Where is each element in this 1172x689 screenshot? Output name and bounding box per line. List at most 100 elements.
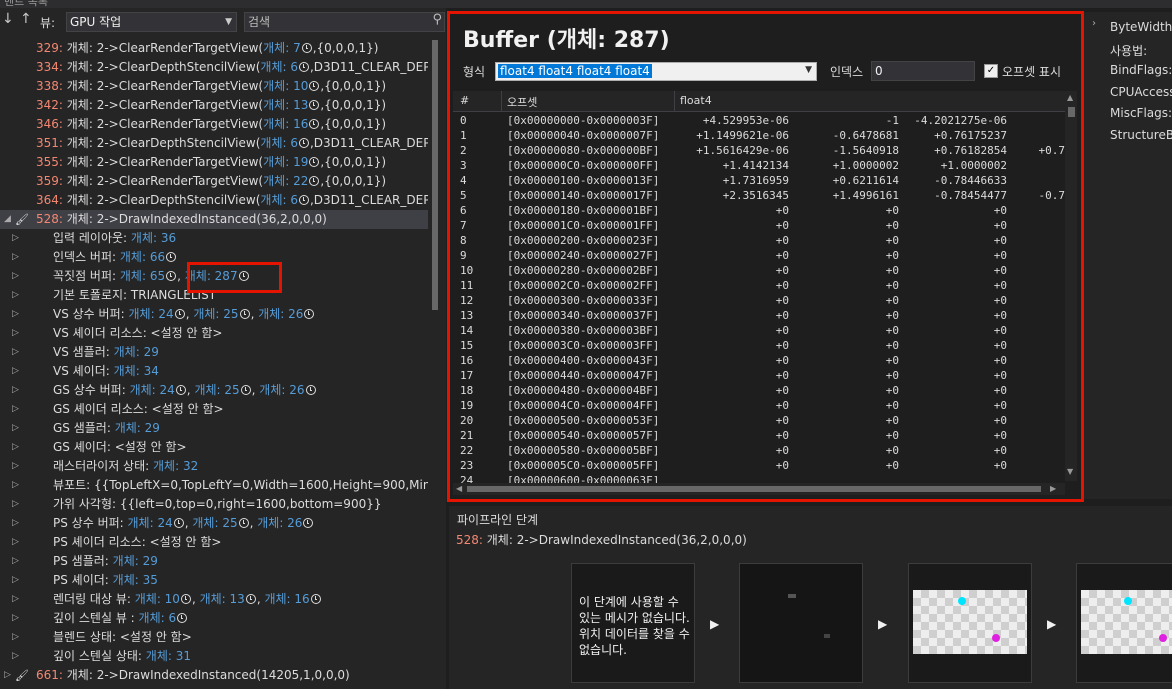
history-icon[interactable]	[238, 518, 249, 528]
search-input[interactable]: 검색 ⚲	[244, 12, 445, 32]
event-row-content: 528: 개체: 2->DrawIndexedInstanced(36,2,0,…	[36, 212, 327, 226]
arrow-down-icon[interactable]: ↓	[2, 11, 14, 27]
history-icon[interactable]	[309, 81, 320, 91]
state-row[interactable]: ▷ PS 샘플러: 개체: 29	[0, 552, 428, 571]
history-icon[interactable]	[240, 385, 251, 395]
expand-arrow-icon[interactable]: ▷	[12, 343, 19, 362]
expand-arrow-icon[interactable]: ▷	[12, 628, 19, 647]
state-row[interactable]: ▷ GS 샘플러: 개체: 29	[0, 419, 428, 438]
expand-arrow-icon[interactable]: ▷	[12, 286, 19, 305]
state-row[interactable]: ▷ PS 셰이더: 개체: 35	[0, 571, 428, 590]
expand-arrow-icon[interactable]: ▷	[12, 248, 19, 267]
history-icon[interactable]	[298, 195, 309, 205]
history-icon[interactable]	[303, 518, 314, 528]
stage-geometry-shader[interactable]	[908, 563, 1032, 683]
state-row[interactable]: ▷ PS 셰이더 리소스: <설정 안 함>	[0, 533, 428, 552]
event-row[interactable]: 355: 개체: 2->ClearRenderTargetView(개체: 19…	[0, 153, 428, 172]
state-row[interactable]: ▷ GS 셰이더: <설정 안 함>	[0, 438, 428, 457]
search-icon[interactable]: ⚲	[432, 11, 442, 29]
stage-input-assembler[interactable]: 이 단계에 사용할 수 있는 메시가 없습니다. 위치 데이터를 찾을 수 없습…	[571, 563, 695, 683]
history-icon[interactable]	[174, 309, 185, 319]
chevron-right-icon[interactable]: ›	[1092, 18, 1096, 29]
history-icon[interactable]	[309, 176, 320, 186]
expanded-arrow-icon[interactable]: ◢	[4, 210, 11, 229]
event-row[interactable]: 334: 개체: 2->ClearDepthStencilView(개체: 6,…	[0, 58, 428, 77]
arrow-right-icon: ▶	[710, 617, 720, 631]
history-icon[interactable]	[177, 613, 188, 623]
event-row[interactable]: 342: 개체: 2->ClearRenderTargetView(개체: 13…	[0, 96, 428, 115]
expand-arrow-icon[interactable]: ▷	[12, 229, 19, 248]
history-icon[interactable]	[304, 309, 315, 319]
state-label: 인덱스 버퍼:	[53, 250, 120, 264]
expand-arrow-icon[interactable]: ▷	[12, 419, 19, 438]
expand-arrow-icon[interactable]: ▷	[12, 647, 19, 666]
event-row-content: 342: 개체: 2->ClearRenderTargetView(개체: 13…	[36, 98, 386, 112]
scrollbar-thumb[interactable]	[432, 40, 438, 310]
expand-arrow-icon[interactable]: ▷	[12, 495, 19, 514]
expand-arrow-icon[interactable]: ▷	[12, 362, 19, 381]
state-row[interactable]: ▷ 래스터라이저 상태: 개체: 32	[0, 457, 428, 476]
stage-vertex-shader[interactable]	[739, 563, 863, 683]
expand-arrow-icon[interactable]: ▷	[12, 305, 19, 324]
object-link: 개체: 6	[260, 60, 298, 74]
history-icon[interactable]	[309, 157, 320, 167]
tree-scrollbar[interactable]	[430, 36, 440, 689]
history-icon[interactable]	[310, 594, 321, 604]
history-icon[interactable]	[301, 43, 312, 53]
state-row[interactable]: ▷ 가위 사각형: {{left=0,top=0,right=1600,botto…	[0, 495, 428, 514]
expand-arrow-icon[interactable]: ▷	[12, 324, 19, 343]
event-row[interactable]: 338: 개체: 2->ClearRenderTargetView(개체: 10…	[0, 77, 428, 96]
event-num: 355:	[36, 155, 63, 169]
state-row[interactable]: ▷ 깊이 스텐실 뷰 : 개체: 6	[0, 609, 428, 628]
state-row[interactable]: ▷ PS 상수 버퍼: 개체: 24, 개체: 25, 개체: 26	[0, 514, 428, 533]
history-icon[interactable]	[309, 119, 320, 129]
expand-arrow-icon[interactable]: ▷	[12, 457, 19, 476]
expand-arrow-icon[interactable]: ▷	[12, 533, 19, 552]
state-row[interactable]: ▷ VS 상수 버퍼: 개체: 24, 개체: 25, 개체: 26	[0, 305, 428, 324]
history-icon[interactable]	[245, 594, 256, 604]
state-row[interactable]: ▷ VS 셰이더 리소스: <설정 안 함>	[0, 324, 428, 343]
event-row[interactable]: 351: 개체: 2->ClearDepthStencilView(개체: 6,…	[0, 134, 428, 153]
state-row[interactable]: ▷ 입력 레이아웃: 개체: 36	[0, 229, 428, 248]
expand-arrow-icon[interactable]: ▷	[12, 571, 19, 590]
pipeline-event[interactable]: 528: 개체: 2->DrawIndexedInstanced(36,2,0,…	[456, 531, 747, 548]
state-row[interactable]: ▷ 깊이 스텐실 상태: 개체: 31	[0, 647, 428, 666]
state-row[interactable]: ▷ 뷰포트: {{TopLeftX=0,TopLeftY=0,Width=1600…	[0, 476, 428, 495]
state-row[interactable]: ▷ 블렌드 상태: <설정 안 함>	[0, 628, 428, 647]
history-icon[interactable]	[298, 138, 309, 148]
state-row[interactable]: ▷ GS 셰이더 리소스: <설정 안 함>	[0, 400, 428, 419]
event-row-selected[interactable]: ◢ 🖌 528: 개체: 2->DrawIndexedInstanced(36,2,…	[0, 210, 428, 229]
stage-pixel-shader[interactable]	[1076, 563, 1172, 683]
expand-arrow-icon[interactable]: ▷	[12, 267, 19, 286]
arrow-up-icon[interactable]: ↑	[20, 11, 32, 27]
history-icon[interactable]	[298, 62, 309, 72]
expand-arrow-icon[interactable]: ▷	[12, 590, 19, 609]
view-select[interactable]: GPU 작업 ▼	[66, 12, 237, 32]
event-row[interactable]: ▷ 🖌 661: 개체: 2->DrawIndexedInstanced(14205…	[0, 666, 428, 685]
expand-arrow-icon[interactable]: ▷	[12, 381, 19, 400]
state-row[interactable]: ▷ VS 샘플러: 개체: 29	[0, 343, 428, 362]
event-row[interactable]: 329: 개체: 2->ClearRenderTargetView(개체: 7,…	[0, 39, 428, 58]
expand-arrow-icon[interactable]: ▷	[12, 438, 19, 457]
expand-arrow-icon[interactable]: ▷	[12, 514, 19, 533]
expand-arrow-icon[interactable]: ▷	[12, 609, 19, 628]
history-icon[interactable]	[239, 309, 250, 319]
history-icon[interactable]	[175, 385, 186, 395]
history-icon[interactable]	[305, 385, 316, 395]
history-icon[interactable]	[173, 518, 184, 528]
expand-arrow-icon[interactable]: ▷	[12, 400, 19, 419]
state-row[interactable]: ▷ VS 셰이더: 개체: 34	[0, 362, 428, 381]
event-row[interactable]: 346: 개체: 2->ClearRenderTargetView(개체: 16…	[0, 115, 428, 134]
history-icon[interactable]	[166, 271, 177, 281]
event-row[interactable]: 359: 개체: 2->ClearRenderTargetView(개체: 22…	[0, 172, 428, 191]
history-icon[interactable]	[166, 252, 177, 262]
expand-arrow-icon[interactable]: ▷	[4, 666, 11, 685]
history-icon[interactable]	[309, 100, 320, 110]
history-icon[interactable]	[180, 594, 191, 604]
expand-arrow-icon[interactable]: ▷	[12, 476, 19, 495]
state-row[interactable]: ▷ GS 상수 버퍼: 개체: 24, 개체: 25, 개체: 26	[0, 381, 428, 400]
event-row[interactable]: 364: 개체: 2->ClearDepthStencilView(개체: 6,…	[0, 191, 428, 210]
expand-arrow-icon[interactable]: ▷	[12, 552, 19, 571]
state-row[interactable]: ▷ 렌더링 대상 뷰: 개체: 10, 개체: 13, 개체: 16	[0, 590, 428, 609]
state-label: PS 샘플러:	[53, 554, 113, 568]
